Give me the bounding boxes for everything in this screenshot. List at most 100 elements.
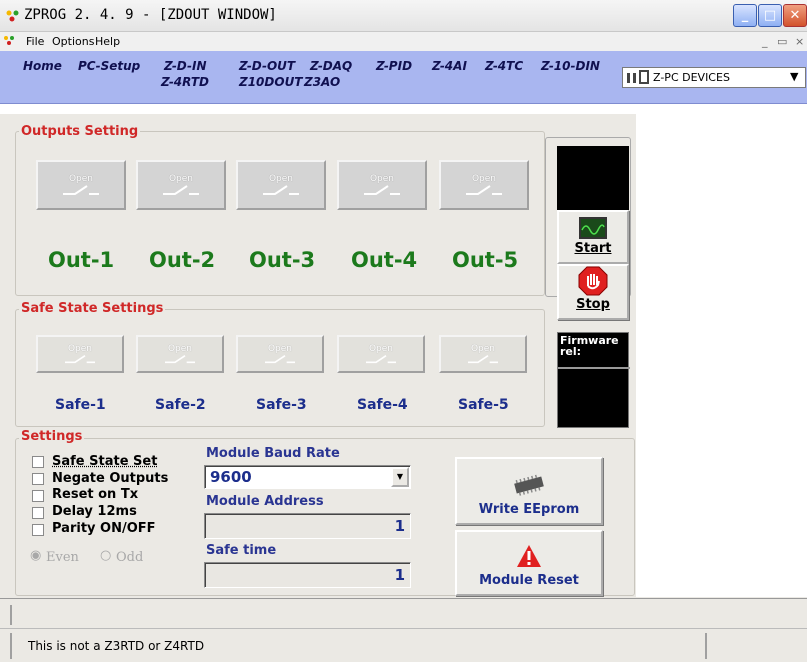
output-label-1: Out-1 bbox=[48, 248, 115, 272]
relay-switch-icon bbox=[466, 185, 502, 195]
status-divider bbox=[10, 605, 12, 625]
relay-switch-icon bbox=[265, 354, 295, 364]
nav-z-10-din[interactable]: Z-10-DIN bbox=[541, 59, 600, 73]
oscilloscope-icon bbox=[579, 217, 607, 239]
safe-relay-5[interactable]: Open bbox=[439, 335, 527, 373]
safe-state-title: Safe State Settings bbox=[19, 301, 166, 316]
relay-state-label: Open bbox=[267, 344, 293, 354]
radio-even-label: Even bbox=[46, 550, 79, 565]
relay-state-label: Open bbox=[168, 174, 194, 184]
chevron-down-icon[interactable]: ▼ bbox=[790, 70, 798, 83]
nav-z-4rtd[interactable]: Z-4RTD bbox=[161, 75, 209, 89]
nav-z-4tc[interactable]: Z-4TC bbox=[485, 59, 523, 73]
nav-home[interactable]: Home bbox=[23, 59, 62, 73]
device-icon bbox=[627, 70, 649, 84]
firmware-display: Firmware rel: bbox=[557, 332, 630, 428]
safe-state-set-checkbox[interactable] bbox=[32, 456, 44, 468]
chip-icon bbox=[514, 474, 544, 496]
chevron-down-icon[interactable]: ▼ bbox=[391, 467, 409, 487]
reset-on-tx-checkbox[interactable] bbox=[32, 490, 44, 502]
minimize-button[interactable]: _ bbox=[733, 4, 757, 27]
baud-rate-label: Module Baud Rate bbox=[206, 446, 340, 461]
nav-z3ao[interactable]: Z3AO bbox=[304, 75, 340, 89]
firmware-divider bbox=[558, 367, 630, 369]
child-close-button[interactable]: × bbox=[795, 35, 804, 48]
safe-label-4: Safe-4 bbox=[357, 397, 408, 413]
nav-z-4ai[interactable]: Z-4AI bbox=[432, 59, 467, 73]
baud-rate-select[interactable]: 9600 ▼ bbox=[204, 465, 411, 489]
relay-state-label: Open bbox=[368, 344, 394, 354]
status-message: This is not a Z3RTD or Z4RTD bbox=[28, 639, 205, 653]
nav-pc-setup[interactable]: PC-Setup bbox=[78, 59, 140, 73]
relay-state-label: Open bbox=[268, 174, 294, 184]
module-reset-label: Module Reset bbox=[479, 573, 579, 588]
outputs-title: Outputs Setting bbox=[19, 124, 141, 139]
menu-options[interactable]: Options bbox=[52, 35, 94, 48]
status-divider bbox=[10, 633, 12, 659]
nav-z-daq[interactable]: Z-DAQ bbox=[310, 59, 352, 73]
safe-relay-4[interactable]: Open bbox=[337, 335, 425, 373]
module-address-label: Module Address bbox=[206, 494, 324, 509]
safe-relay-3[interactable]: Open bbox=[236, 335, 324, 373]
parity-label: Parity ON/OFF bbox=[52, 521, 156, 536]
app-icon bbox=[6, 10, 19, 22]
delay-12ms-label: Delay 12ms bbox=[52, 504, 137, 519]
relay-switch-icon bbox=[165, 354, 195, 364]
write-eeprom-button[interactable]: Write EEprom bbox=[455, 457, 603, 525]
write-eeprom-label: Write EEprom bbox=[478, 502, 580, 517]
stop-button[interactable]: Stop bbox=[557, 264, 629, 320]
relay-switch-icon bbox=[65, 354, 95, 364]
delay-12ms-checkbox[interactable] bbox=[32, 507, 44, 519]
output-relay-5[interactable]: Open bbox=[439, 160, 529, 210]
module-address-field[interactable]: 1 bbox=[204, 513, 411, 539]
relay-switch-icon bbox=[163, 185, 199, 195]
output-relay-2[interactable]: Open bbox=[136, 160, 226, 210]
status-bar: This is not a Z3RTD or Z4RTD bbox=[0, 628, 807, 662]
relay-state-label: Open bbox=[67, 344, 93, 354]
safe-time-field[interactable]: 1 bbox=[204, 562, 411, 588]
negate-outputs-label: Negate Outputs bbox=[52, 471, 169, 486]
radio-odd[interactable]: ○ bbox=[100, 548, 111, 563]
start-label: Start bbox=[574, 241, 612, 256]
nav-z-d-out[interactable]: Z-D-OUT bbox=[239, 59, 295, 73]
relay-state-label: Open bbox=[167, 344, 193, 354]
radio-odd-label: Odd bbox=[116, 550, 144, 565]
baud-rate-value: 9600 bbox=[210, 468, 252, 486]
module-address-value: 1 bbox=[394, 517, 405, 535]
child-minimize-button[interactable]: _ bbox=[762, 35, 768, 48]
start-button[interactable]: Start bbox=[557, 210, 629, 264]
parity-checkbox[interactable] bbox=[32, 524, 44, 536]
maximize-button[interactable]: □ bbox=[758, 4, 782, 27]
output-relay-3[interactable]: Open bbox=[236, 160, 326, 210]
safe-relay-1[interactable]: Open bbox=[36, 335, 124, 373]
relay-switch-icon bbox=[366, 354, 396, 364]
menu-help[interactable]: Help bbox=[95, 35, 120, 48]
nav-z-d-in[interactable]: Z-D-IN bbox=[164, 59, 206, 73]
module-reset-button[interactable]: Module Reset bbox=[455, 530, 603, 596]
status-divider bbox=[705, 633, 707, 659]
warning-icon bbox=[517, 545, 541, 567]
safe-time-label: Safe time bbox=[206, 543, 277, 558]
output-relay-4[interactable]: Open bbox=[337, 160, 427, 210]
output-label-5: Out-5 bbox=[452, 248, 519, 272]
negate-outputs-checkbox[interactable] bbox=[32, 473, 44, 485]
settings-title: Settings bbox=[19, 429, 85, 444]
safe-label-1: Safe-1 bbox=[55, 397, 106, 413]
status-bar-top bbox=[0, 598, 807, 628]
menu-file[interactable]: File bbox=[26, 35, 44, 48]
device-select[interactable]: Z-PC DEVICES ▼ bbox=[622, 67, 806, 88]
relay-switch-icon bbox=[468, 354, 498, 364]
close-button[interactable]: ✕ bbox=[783, 4, 807, 27]
menu-bar: File Options Help _ ▭ × bbox=[0, 32, 807, 51]
relay-state-label: Open bbox=[369, 174, 395, 184]
reset-on-tx-label: Reset on Tx bbox=[52, 487, 139, 502]
nav-z10dout[interactable]: Z10DOUT bbox=[239, 75, 303, 89]
output-label-2: Out-2 bbox=[149, 248, 216, 272]
output-relay-1[interactable]: Open bbox=[36, 160, 126, 210]
relay-state-label: Open bbox=[471, 174, 497, 184]
safe-label-2: Safe-2 bbox=[155, 397, 206, 413]
radio-even[interactable]: ◉ bbox=[30, 548, 41, 563]
safe-relay-2[interactable]: Open bbox=[136, 335, 224, 373]
nav-z-pid[interactable]: Z-PID bbox=[376, 59, 412, 73]
child-restore-button[interactable]: ▭ bbox=[777, 35, 787, 48]
